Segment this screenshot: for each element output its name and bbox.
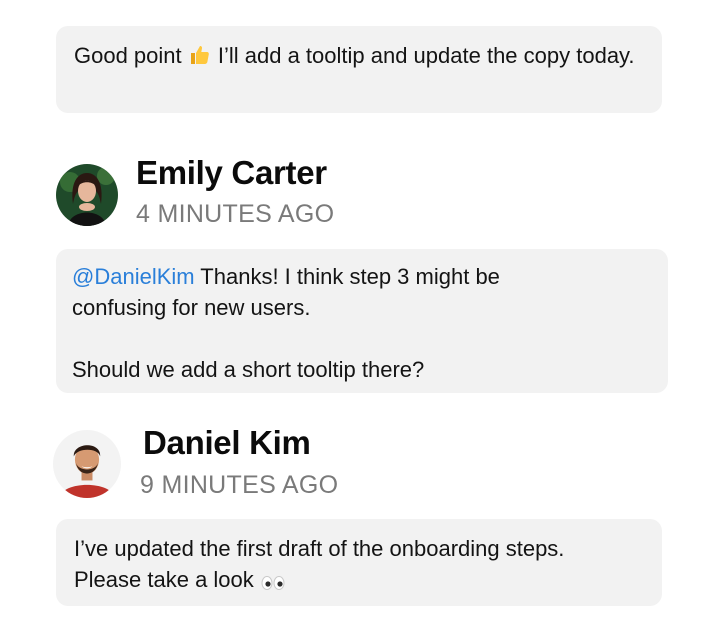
message-text: I’ve updated the first draft of the onbo… [74, 533, 574, 599]
mention-link[interactable]: @DanielKim [72, 264, 195, 289]
author-name[interactable]: Daniel Kim [143, 424, 311, 462]
message-bubble-2: @DanielKim Thanks! I think step 3 might … [56, 249, 668, 393]
message-text: Good point I’ll add a tooltip and update… [74, 40, 644, 75]
eyes-icon [260, 568, 286, 599]
message-text: @DanielKim Thanks! I think step 3 might … [72, 264, 500, 320]
avatar-daniel-kim[interactable] [53, 430, 121, 498]
avatar-emily-carter[interactable] [56, 164, 118, 226]
timestamp: 4 MINUTES AGO [136, 200, 335, 228]
message-bubble-3: I’ve updated the first draft of the onbo… [56, 519, 662, 606]
message-text: Should we add a short tooltip there? [72, 357, 425, 382]
message-bubble-1: Good point I’ll add a tooltip and update… [56, 26, 662, 113]
thumbs-up-icon [188, 43, 212, 75]
author-name[interactable]: Emily Carter [136, 154, 327, 192]
timestamp: 9 MINUTES AGO [140, 471, 339, 499]
